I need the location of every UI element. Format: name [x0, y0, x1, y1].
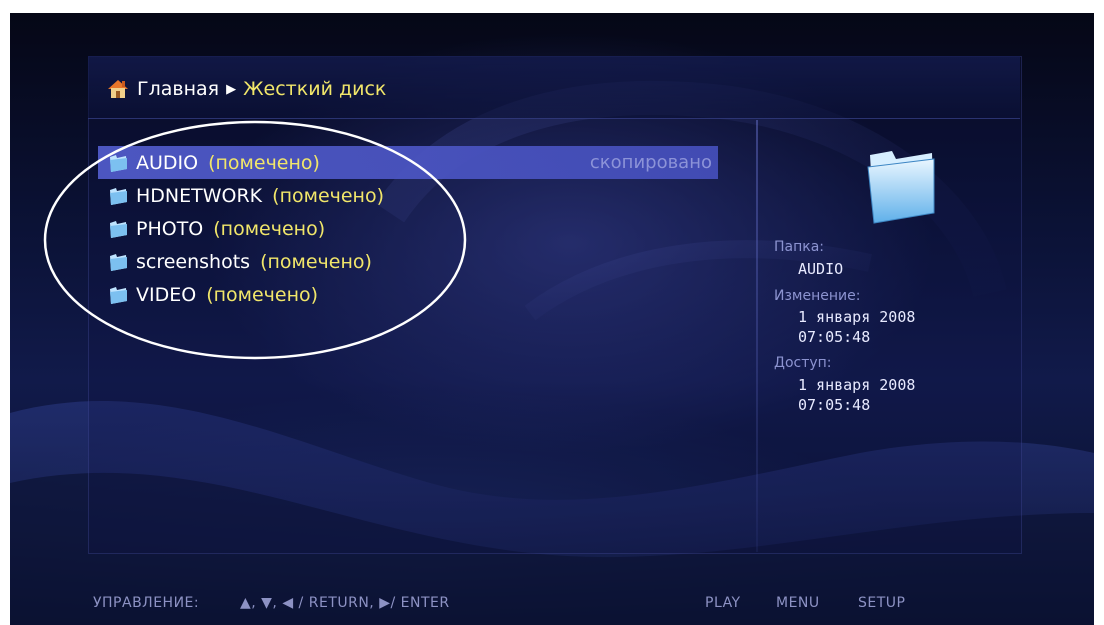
home-icon	[108, 80, 128, 98]
breadcrumb-current: Жесткий диск	[243, 78, 387, 100]
setup-button[interactable]: SETUP	[858, 595, 905, 611]
highlight-oval	[43, 120, 467, 360]
folder-icon	[867, 151, 935, 224]
folder-label: Папка:	[774, 239, 825, 255]
menu-button[interactable]: MENU	[776, 595, 820, 611]
access-time: 07:05:48	[798, 396, 871, 414]
access-label: Доступ:	[774, 355, 832, 371]
controls-keys: ▲, ▼, ◀ / RETURN, ▶/ ENTER	[240, 595, 450, 611]
triangle-right-icon: ▶	[226, 81, 237, 97]
modified-date: 1 января 2008	[798, 308, 916, 326]
breadcrumb: Главная ▶ Жесткий диск	[106, 76, 386, 102]
controls-label: УПРАВЛЕНИЕ:	[93, 595, 200, 611]
modified-label: Изменение:	[774, 288, 861, 304]
folder-value: AUDIO	[798, 260, 844, 278]
breadcrumb-home[interactable]: Главная	[137, 78, 219, 100]
modified-time: 07:05:48	[798, 328, 871, 346]
access-date: 1 января 2008	[798, 376, 916, 394]
panel-divider	[756, 120, 758, 552]
file-status: скопировано	[589, 152, 712, 173]
footer-bar: УПРАВЛЕНИЕ: ▲, ▼, ◀ / RETURN, ▶/ ENTER P…	[10, 588, 1094, 618]
play-button[interactable]: PLAY	[705, 595, 741, 611]
